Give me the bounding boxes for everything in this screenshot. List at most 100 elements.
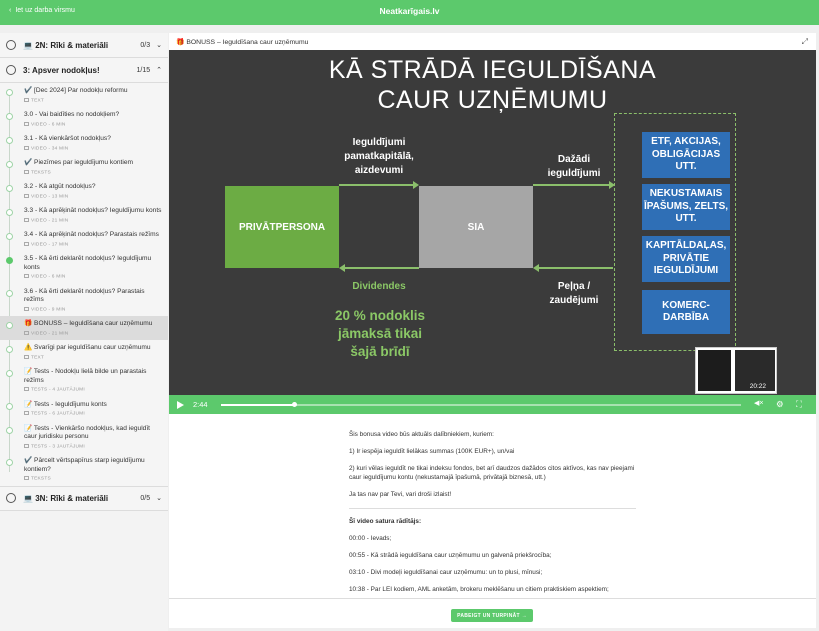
video-icon [24,241,29,246]
lesson-status-icon [6,161,13,168]
section-count: 0/3 [140,41,151,49]
settings-icon[interactable]: ⚙ [776,399,784,410]
lesson-status-icon [6,113,13,120]
current-time: 2:44 [193,400,208,409]
video-icon [24,145,29,150]
lesson-item[interactable]: ✔️ [Dec 2024] Par nodokļu reformu TEXT [0,83,168,107]
progress-bar[interactable] [221,402,741,407]
toc-item: 00:55 - Kā strādā ieguldīšana caur uzņēm… [349,551,552,559]
video-icon [24,274,29,278]
lesson-meta-label: VIDEO - 21 MIN [31,218,69,223]
private-person-box: PRIVĀTPERSONA [225,186,339,268]
lesson-title: 3.4 - Kā aprēķināt nodokļus? Parastais r… [24,231,159,238]
lesson-item[interactable]: 3.0 - Vai baidīties no nodokļiem? VIDEO -… [0,107,168,131]
document-icon [24,443,29,448]
thumbnail-image [698,350,731,391]
lesson-item[interactable]: 3.2 - Kā atgūt nodokļus? VIDEO - 13 MIN [0,179,168,203]
play-icon[interactable] [177,400,184,409]
lesson-item[interactable]: 3.1 - Kā vienkāršot nodokļus? VIDEO - 34 … [0,131,168,155]
thumbnail-duration: 20:22 [749,383,766,390]
lesson-item[interactable]: ⚠️ Svarīgi par ieguldīšanu caur uzņēmumu… [0,340,168,364]
lesson-item[interactable]: ✔️ Piezīmes par ieguldījumu kontiem TEKST… [0,155,168,179]
document-icon [24,354,29,359]
lesson-title: 📝 Tests - Vienkāršo nodokļus, kad ieguld… [24,424,150,441]
document-icon [24,476,29,480]
lesson-meta: VIDEO - 21 MIN [24,217,162,223]
lesson-footer: PABEIGT UN TURPINĀT → [169,598,816,628]
lesson-title: ⚠️ Svarīgi par ieguldīšanu caur uzņēmumu [24,344,151,351]
chevron-up-icon: ⌃ [156,67,162,74]
lesson-meta: TESTS - 6 JAUTĀJUMI [24,411,162,417]
lesson-item[interactable]: 3.4 - Kā aprēķināt nodokļus? Parastais r… [0,227,168,251]
lesson-status-icon [6,459,13,466]
video-icon [24,306,29,311]
lesson-description: Šis bonusa video būs aktuāls dalībniekie… [349,431,636,603]
lesson-item[interactable]: 📝 Tests - Vienkāršo nodokļus, kad ieguld… [0,421,168,454]
lesson-item[interactable]: 3.3 - Kā aprēķināt nodokļus? Ieguldījumu… [0,203,168,227]
lesson-meta: VIDEO - 17 MIN [24,241,162,247]
lesson-content: 🎁 BONUSS – Ieguldīšana caur uzņēmumu ⤢ K… [169,33,816,628]
lesson-meta: TEKSTS [24,476,162,482]
section-status-icon [6,65,16,75]
laptop-icon: 💻 [23,40,33,50]
lesson-status-icon [6,185,13,192]
tax-note: 20 % nodoklis jāmaksā tikai šajā brīdī [334,308,426,359]
lesson-meta-label: TESTS - 6 JAUTĀJUMI [31,411,85,417]
lesson-item[interactable]: ✔️ Pārcelt vērtspapīrus starp ieguldījum… [0,453,168,486]
lesson-item[interactable]: 📝 Tests - Nodokļu lielā bilde un parasta… [0,364,168,397]
lesson-meta-label: VIDEO - 13 MIN [31,194,69,199]
description-paragraph: 1) Ir iespēja ieguldīt lielākas summas (… [349,448,515,455]
speed-icon[interactable]: ◀× [754,399,763,407]
description-paragraph: Ja tas nav par Tevi, vari droši izlaist! [349,490,452,498]
video-icon [24,121,29,126]
document-icon [24,97,29,102]
lesson-meta-label: VIDEO - 6 MIN [31,122,66,127]
section-2n-tools[interactable]: 💻 2N: Rīki & materiāli 0/3 ⌄ [0,33,168,58]
lesson-meta: TEXT [24,97,162,103]
video-icon [24,193,29,198]
lesson-meta-label: TEXT [31,355,45,360]
lesson-meta: VIDEO - 6 MIN [24,121,162,127]
progress-knob[interactable] [291,402,297,407]
document-icon [24,169,29,174]
asset-box-real-estate: NEKUSTAMAIS ĪPAŠUMS, ZELTS, UTT. [642,184,730,230]
laptop-icon: 💻 [23,493,33,503]
section-3n-tools[interactable]: 💻 3N: Rīki & materiāli 0/5 ⌄ [0,485,168,511]
toc-item: 00:00 - Ievads; [349,534,392,542]
arrow-left-1 [345,267,419,269]
lesson-meta-label: VIDEO - 9 MIN [31,307,66,312]
lesson-item[interactable]: 📝 Tests - Ieguldījumu konts TESTS - 6 JAU… [0,397,168,421]
course-sidebar: 💻 2N: Rīki & materiāli 0/3 ⌄ 3: Apsver n… [0,33,168,631]
lesson-title: 3.0 - Vai baidīties no nodokļiem? [24,111,120,118]
lesson-title: ✔️ Pārcelt vērtspapīrus starp ieguldījum… [24,457,145,473]
fullscreen-icon[interactable]: ⛶ [796,399,802,410]
section-count: 0/5 [140,494,151,502]
section-title: 💻 3N: Rīki & materiāli [23,493,109,503]
arrow-left-2 [539,267,613,269]
lesson-meta-label: TESTS - 4 JAUTĀJUMI [31,387,85,393]
description-paragraph: 2) kuri vēlas ieguldīt ne tikai indeksu … [349,465,635,481]
video-thumbnail[interactable]: 20:22 [695,347,777,394]
expand-icon[interactable]: ⤢ [802,37,808,47]
document-icon [24,387,29,391]
lesson-title: ✔️ [Dec 2024] Par nodokļu reformu [24,87,128,94]
lesson-title: 📝 Tests - Nodokļu lielā bilde un parasta… [24,368,147,384]
chevron-down-icon: ⌄ [156,42,162,49]
lesson-title: 3.6 - Kā ērti deklarēt nodokļus? Parasta… [24,287,145,304]
lesson-status-icon [6,209,13,216]
progress-fill [221,404,294,406]
lesson-meta: TEKSTS [24,169,162,175]
lesson-title: 3.3 - Kā aprēķināt nodokļus? Ieguldījumu… [24,207,162,214]
complete-continue-button[interactable]: PABEIGT UN TURPINĀT → [451,609,533,622]
lesson-status-icon [6,257,13,264]
lesson-item[interactable]: 3.5 - Kā ērti deklarēt nodokļus? Ieguldī… [0,251,168,284]
video-player[interactable]: KĀ STRĀDĀ IEGULDĪŠANA CAUR UZŅĒMUMU PRIV… [169,50,816,414]
lesson-item[interactable]: 🎁 BONUSS – Ieguldīšana caur uzņēmumu VIDE… [0,316,168,340]
section-3-taxes[interactable]: 3: Apsver nodokļus! 1/15 ⌃ [0,58,168,83]
lesson-item[interactable]: 3.6 - Kā ērti deklarēt nodokļus? Parasta… [0,284,168,317]
lesson-status-icon [6,402,13,410]
lesson-header: 🎁 BONUSS – Ieguldīšana caur uzņēmumu ⤢ [169,33,816,50]
investments-label: Ieguldījumi pamatkapitālā, aizdevumi [344,137,414,176]
lesson-status-icon [6,426,13,434]
section-status-icon [6,40,16,50]
